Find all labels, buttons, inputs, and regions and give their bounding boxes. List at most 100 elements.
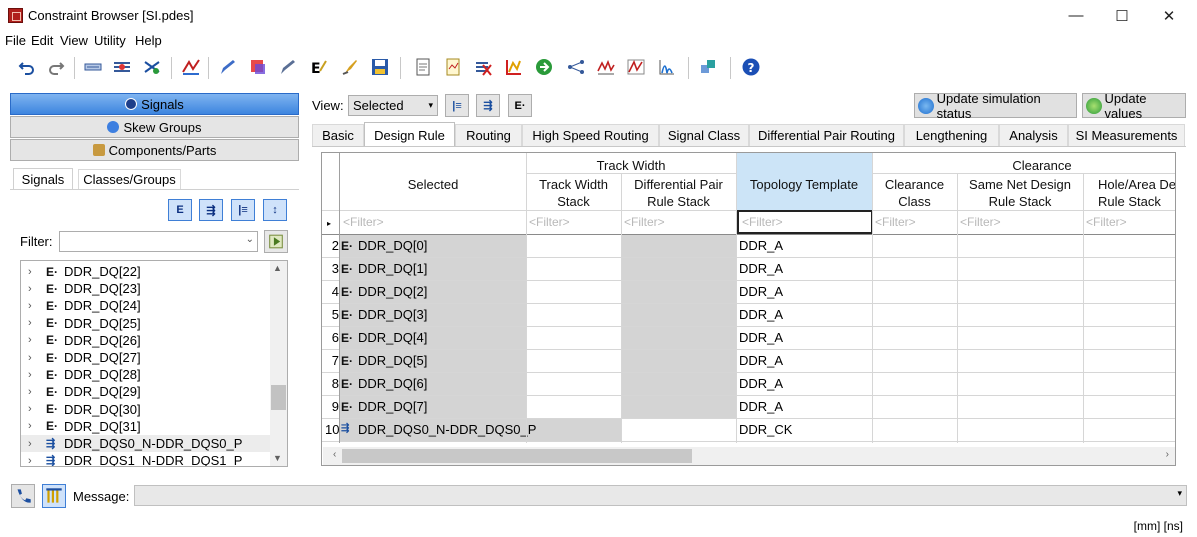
expand-chevron-icon[interactable]: › — [28, 420, 42, 432]
tab-lengthening[interactable]: Lengthening — [904, 124, 999, 146]
tree-item[interactable]: › E· DDR_DQ[24] — [21, 297, 271, 314]
message-dropdown-icon[interactable]: ▾ — [1177, 488, 1182, 499]
route-icon[interactable] — [181, 57, 201, 77]
menu-edit[interactable]: Edit — [31, 33, 53, 48]
tree-item[interactable]: › E· DDR_DQ[25] — [21, 315, 271, 332]
tree-scrollbar[interactable]: ▲ ▼ — [270, 261, 287, 466]
row-number[interactable]: 5 — [325, 307, 339, 322]
row-number[interactable]: 10 — [325, 422, 339, 437]
expand-chevron-icon[interactable]: › — [28, 283, 42, 295]
scroll-down-icon[interactable]: ▼ — [273, 453, 282, 463]
scroll-right-icon[interactable]: › — [1166, 449, 1169, 460]
filter-topology[interactable]: <Filter> — [737, 210, 873, 234]
menu-help[interactable]: Help — [135, 33, 162, 48]
signal-tree[interactable]: › E· DDR_DQ[22] › E· DDR_DQ[23] › E· DDR_DQ[24] ›… — [20, 260, 288, 467]
row-number[interactable]: 8 — [325, 376, 339, 391]
report-icon[interactable] — [443, 57, 463, 77]
selected-cell[interactable]: DDR_DQ[0] — [356, 235, 427, 257]
selected-cell[interactable]: DDR_DQ[5] — [356, 350, 427, 372]
selected-column-header[interactable]: Selected — [340, 176, 526, 193]
save-icon[interactable] — [370, 57, 390, 77]
expand-chevron-icon[interactable]: › — [28, 369, 42, 381]
eye-diagram-icon[interactable] — [626, 57, 646, 77]
topology-cell[interactable]: DDR_A — [737, 350, 783, 372]
scroll-up-icon[interactable]: ▲ — [273, 263, 282, 273]
tree-item[interactable]: › E· DDR_DQ[26] — [21, 332, 271, 349]
filter-clearance-class[interactable]: <Filter> — [872, 211, 957, 234]
tree-item[interactable]: › E· DDR_DQ[22] — [21, 263, 271, 280]
topology-cell[interactable]: DDR_A — [737, 258, 783, 280]
filter-same-net[interactable]: <Filter> — [957, 211, 1083, 234]
filter-hole-area[interactable]: <Filter> — [1083, 211, 1175, 234]
close-button[interactable]: ✕ — [1146, 0, 1192, 31]
selected-cell[interactable]: DDR_DQS0_N-DDR_DQS0_P — [356, 419, 536, 441]
e-rule-icon[interactable]: E — [308, 57, 328, 77]
topology-cell[interactable]: DDR_CK — [737, 419, 792, 441]
tab-high-speed-routing[interactable]: High Speed Routing — [522, 124, 659, 146]
tab-si-measurements[interactable]: SI Measurements — [1068, 124, 1185, 146]
minimize-button[interactable]: — — [1053, 0, 1099, 31]
tree-item[interactable]: › ⇶ DDR_DQS1_N-DDR_DQS1_P — [21, 452, 271, 466]
bus-toggle-button[interactable] — [42, 484, 66, 508]
tree-scroll-thumb[interactable] — [271, 385, 286, 410]
update-simulation-status-button[interactable]: Update simulation status — [914, 91, 1077, 121]
expand-chevron-icon[interactable]: › — [28, 334, 42, 346]
topology-cell[interactable]: DDR_A — [737, 327, 783, 349]
tree-item[interactable]: › ⇶ DDR_DQS0_N-DDR_DQS0_P — [21, 435, 271, 452]
row-number[interactable]: 9 — [325, 399, 339, 414]
grid-scroll-thumb[interactable] — [342, 449, 692, 463]
expand-chevron-icon[interactable]: › — [28, 455, 42, 466]
selected-cell[interactable]: DDR_DQ[2] — [356, 281, 427, 303]
tree-item[interactable]: › E· DDR_DQ[28] — [21, 366, 271, 383]
tab-signals[interactable]: Signals — [13, 168, 73, 190]
constraint-grid[interactable]: Track Width Clearance Selected Track Wid… — [321, 152, 1176, 466]
filter-selected[interactable]: <Filter> — [340, 211, 526, 234]
scroll-left-icon[interactable]: ‹ — [333, 449, 336, 460]
topology-cell[interactable]: DDR_A — [737, 235, 783, 257]
row-number[interactable]: 2 — [325, 238, 339, 253]
same-net-rule-stack-header[interactable]: Same Net Design Rule Stack — [957, 176, 1083, 210]
tree-item[interactable]: › E· DDR_DQ[31] — [21, 418, 271, 435]
filter-track-width-stack[interactable]: <Filter> — [526, 211, 621, 234]
tab-signal-class[interactable]: Signal Class — [659, 124, 749, 146]
clearance-class-header[interactable]: Clearance Class — [872, 176, 957, 210]
layout-icon[interactable] — [699, 57, 719, 77]
tree-item[interactable]: › E· DDR_DQ[30] — [21, 401, 271, 418]
selected-cell[interactable]: DDR_DQ[6] — [356, 373, 427, 395]
expand-chevron-icon[interactable]: › — [28, 300, 42, 312]
hole-area-rule-stack-header[interactable]: Hole/Area De Rule Stack — [1088, 176, 1175, 210]
tree-item[interactable]: › E· DDR_DQ[27] — [21, 349, 271, 366]
spectrum-icon[interactable] — [657, 57, 677, 77]
topology-cell[interactable]: DDR_A — [737, 304, 783, 326]
diff-pair-rule-stack-header[interactable]: Differential Pair Rule Stack — [621, 176, 736, 210]
net-view-button[interactable]: E· — [508, 94, 532, 117]
menu-view[interactable]: View — [60, 33, 88, 48]
simulate-icon[interactable] — [534, 57, 554, 77]
brush-icon[interactable] — [340, 57, 360, 77]
tab-design-rule[interactable]: Design Rule — [364, 122, 455, 147]
topology-cell[interactable]: DDR_A — [737, 281, 783, 303]
bus-view-button[interactable]: |≡ — [445, 94, 469, 117]
expand-chevron-icon[interactable]: › — [28, 352, 42, 364]
topology-icon[interactable] — [566, 57, 586, 77]
selected-cell[interactable]: DDR_DQ[3] — [356, 304, 427, 326]
help-icon[interactable]: ? — [741, 57, 761, 77]
document-icon[interactable] — [413, 57, 433, 77]
chart-measure-icon[interactable] — [504, 57, 524, 77]
menu-utility[interactable]: Utility — [94, 33, 126, 48]
signals-button[interactable]: Signals — [10, 93, 299, 115]
skew-groups-button[interactable]: Skew Groups — [10, 116, 299, 138]
diff-pair-icon[interactable] — [83, 57, 103, 77]
pencil-icon[interactable] — [278, 57, 298, 77]
topology-cell[interactable]: DDR_A — [737, 396, 783, 418]
expand-chevron-icon[interactable]: › — [28, 386, 42, 398]
edit-rule-icon[interactable] — [218, 57, 238, 77]
diff-pair-filter-button[interactable]: ⇶ — [199, 199, 223, 221]
tab-routing[interactable]: Routing — [455, 124, 522, 146]
selected-cell[interactable]: DDR_DQ[4] — [356, 327, 427, 349]
tab-basic[interactable]: Basic — [312, 124, 364, 146]
tab-differential-pair-routing[interactable]: Differential Pair Routing — [749, 124, 904, 146]
update-values-button[interactable]: Update values — [1082, 91, 1186, 121]
delete-rule-icon[interactable] — [473, 57, 493, 77]
topology-cell[interactable]: DDR_A — [737, 373, 783, 395]
